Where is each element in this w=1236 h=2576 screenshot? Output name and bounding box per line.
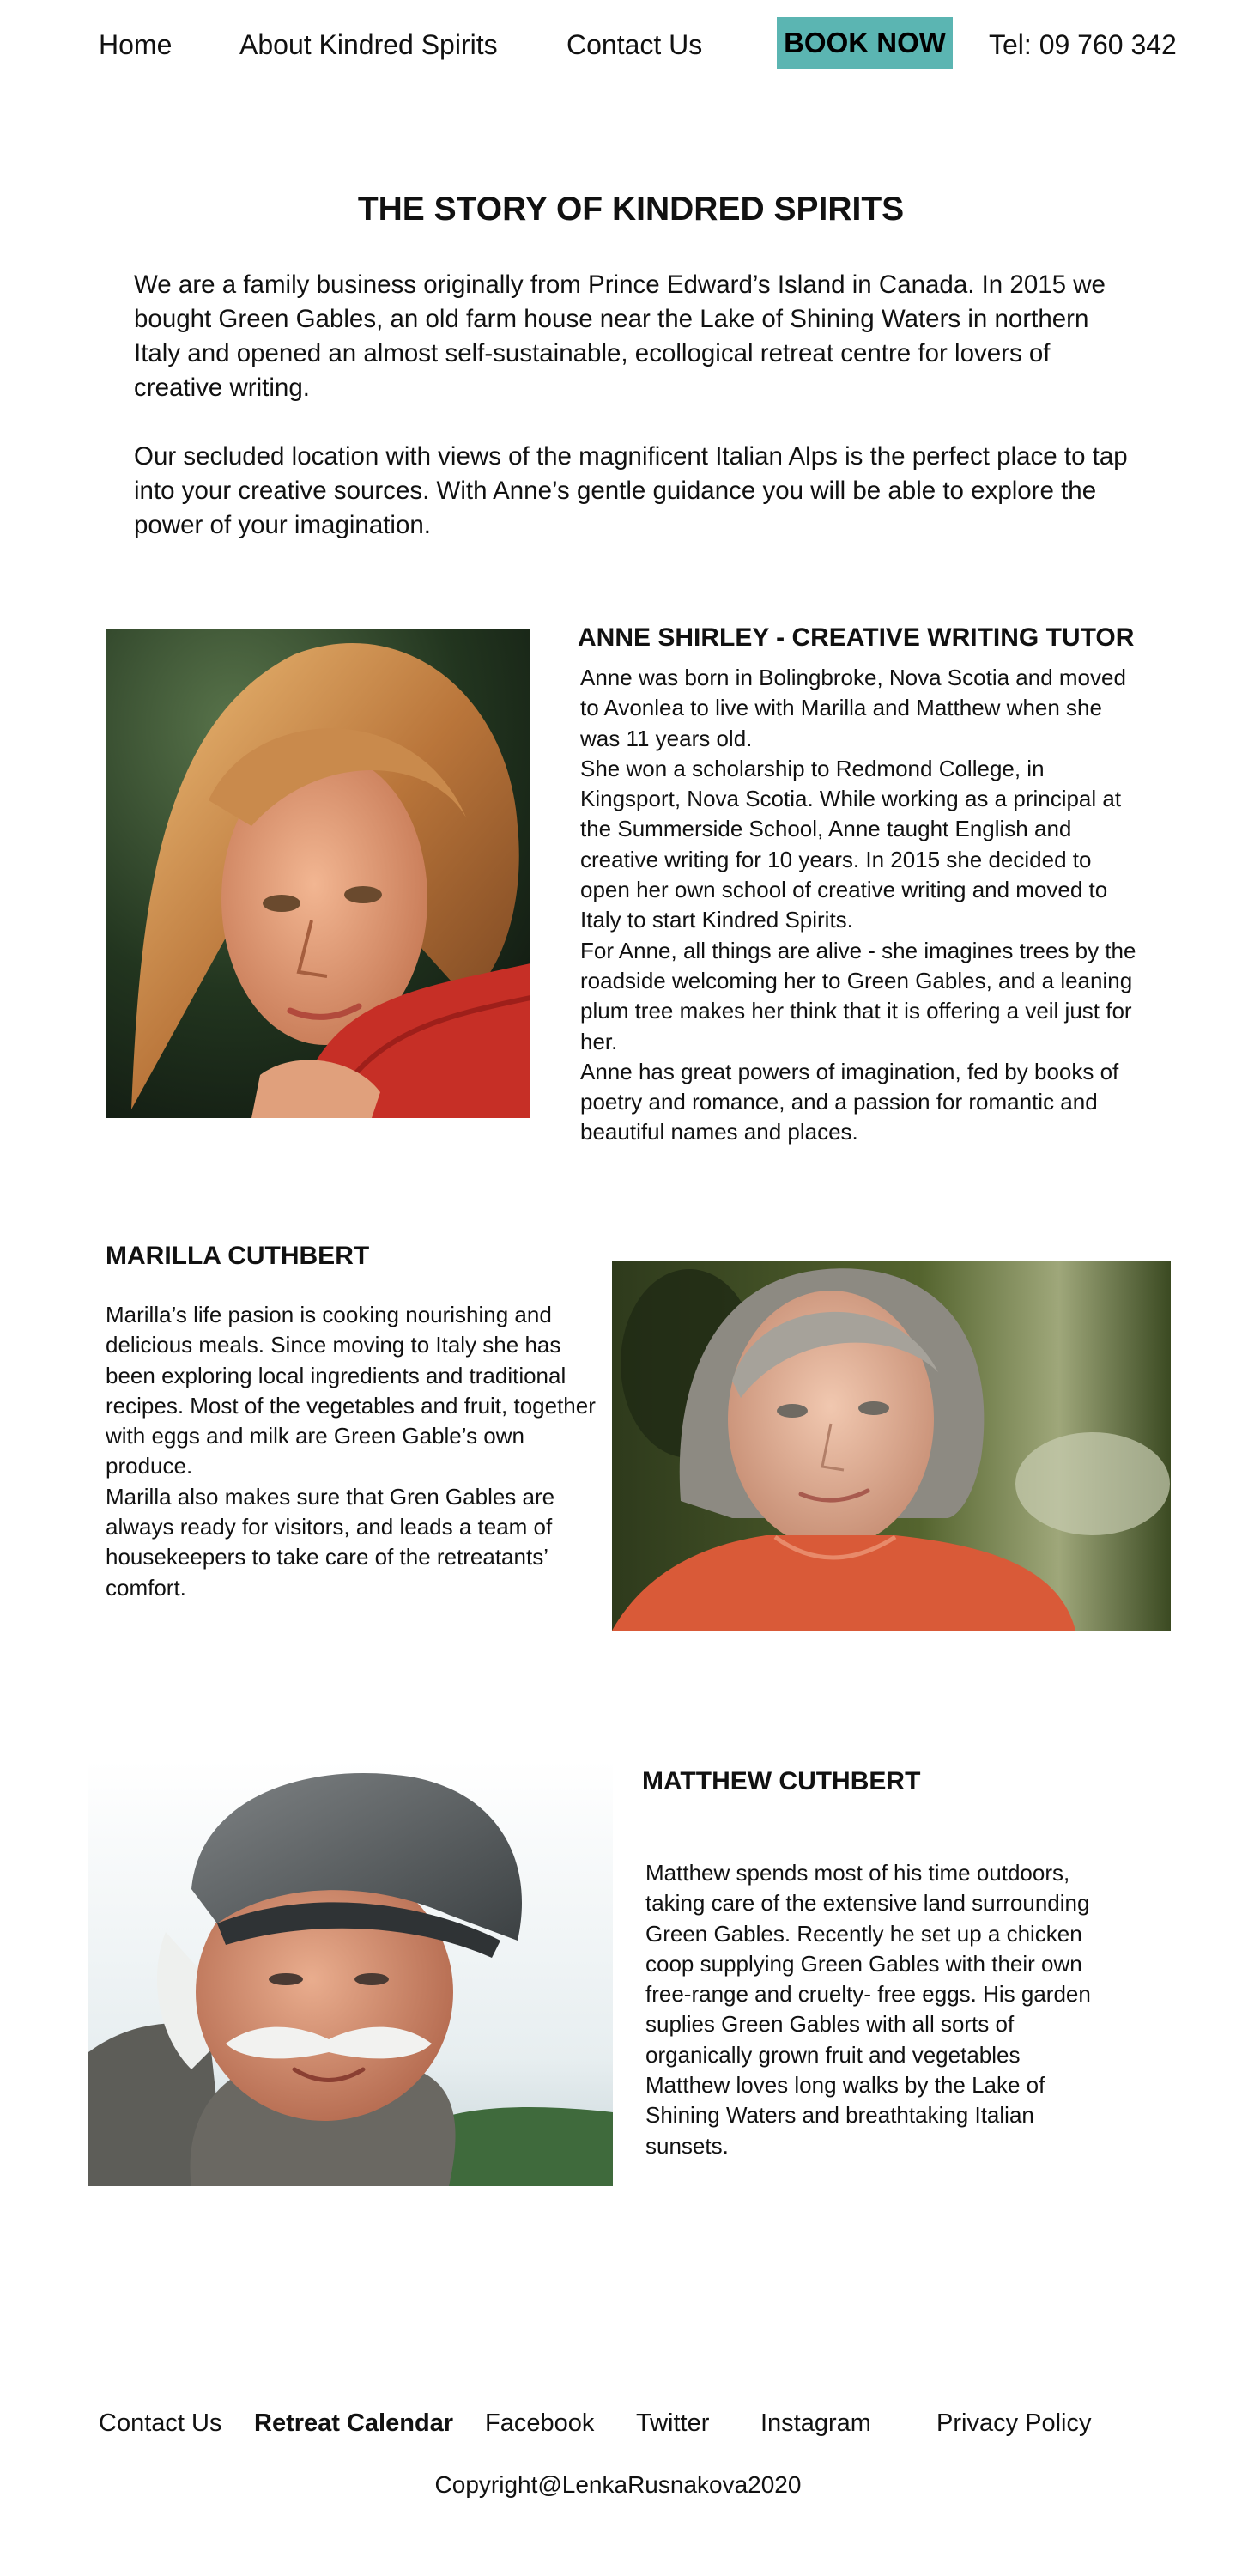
bio-paragraph: Anne has great powers of imagination, fe… [580,1058,1119,1145]
profile-bio: Marilla’s life pasion is cooking nourish… [106,1300,600,1603]
profile-name: MATTHEW CUTHBERT [642,1767,921,1795]
book-now-button[interactable]: BOOK NOW [777,17,953,69]
footer-twitter-link[interactable]: Twitter [636,2406,709,2440]
bio-paragraph: For Anne, all things are alive - she ima… [580,937,1136,1054]
matthew-portrait-photo [88,1760,613,2186]
story-title: THE STORY OF KINDRED SPIRITS [357,191,905,228]
marilla-portrait-photo [612,1261,1171,1631]
bio-paragraph: She won a scholarship to Redmond College… [580,755,1122,933]
telephone-number: Tel: 09 760 342 [989,29,1177,60]
footer-contact-link[interactable]: Contact Us [99,2406,221,2440]
footer-privacy-policy-link[interactable]: Privacy Policy [936,2406,1092,2440]
bio-paragraph: Matthew loves long walks by the Lake of … [645,2072,1045,2159]
profile-bio: Matthew spends most of his time outdoors… [645,1858,1109,2161]
nav-about-link[interactable]: About Kindred Spirits [239,26,498,64]
profile-name: MARILLA CUTHBERT [106,1242,370,1270]
footer-instagram-link[interactable]: Instagram [760,2406,871,2440]
nav-home-link[interactable]: Home [99,26,172,64]
profile-name: ANNE SHIRLEY - CREATIVE WRITING TUTOR [578,623,1135,652]
story-paragraph: Our secluded location with views of the … [134,442,1128,539]
bio-paragraph: Marilla also makes sure that Gren Gables… [106,1483,555,1601]
top-nav: Home About Kindred Spirits Contact Us BO… [0,0,1236,89]
story-paragraph: We are a family business originally from… [134,270,1106,402]
footer-facebook-link[interactable]: Facebook [485,2406,594,2440]
footer-retreat-calendar-link[interactable]: Retreat Calendar [254,2406,453,2440]
bio-paragraph: Matthew spends most of his time outdoors… [645,1860,1091,2068]
bio-paragraph: Anne was born in Bolingbroke, Nova Scoti… [580,665,1126,751]
anne-portrait-photo [106,629,530,1118]
copyright-text: Copyright@LenkaRusnakova2020 [434,2471,802,2498]
profile-bio: Anne was born in Bolingbroke, Nova Scoti… [580,663,1147,1148]
nav-contact-link[interactable]: Contact Us [566,26,702,64]
bio-paragraph: Marilla’s life pasion is cooking nourish… [106,1302,596,1479]
